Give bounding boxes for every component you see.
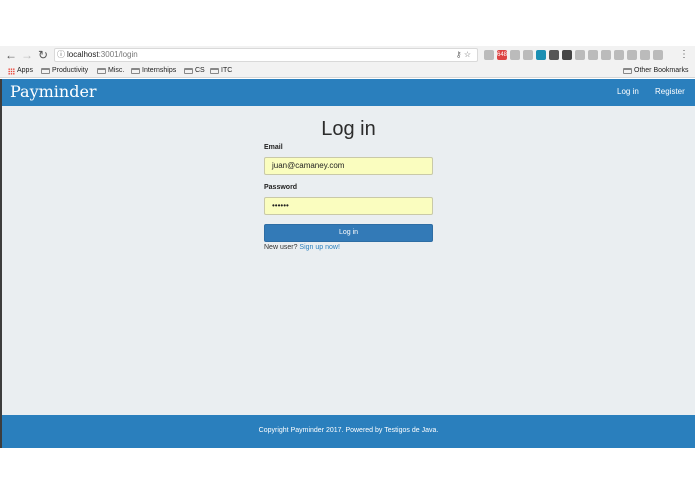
password-field[interactable]: ••••••	[264, 197, 433, 215]
gmail-badge: 648	[497, 52, 508, 58]
extension-icon[interactable]	[588, 50, 598, 60]
extension-icon[interactable]	[601, 50, 611, 60]
bookmark-label: Other Bookmarks	[634, 67, 689, 74]
signup-link[interactable]: Sign up now!	[299, 244, 339, 251]
folder-icon	[623, 68, 632, 74]
bookmark-label: Apps	[17, 67, 33, 74]
extension-icon[interactable]	[627, 50, 637, 60]
bookmark-label: ITC	[221, 67, 233, 74]
extension-icon[interactable]	[614, 50, 624, 60]
info-icon: ⓘ	[57, 50, 65, 59]
folder-icon	[210, 68, 219, 74]
signup-prompt: New user? Sign up now!	[264, 244, 340, 251]
bookmark-productivity[interactable]: Productivity	[41, 64, 88, 78]
folder-icon	[97, 68, 106, 74]
new-user-text: New user?	[264, 244, 298, 251]
password-label: Password	[264, 184, 298, 191]
extension-icon[interactable]	[510, 50, 520, 60]
bookmark-cs[interactable]: CS	[184, 64, 205, 78]
key-and-star-icons[interactable]: ⚷ ☆	[456, 49, 471, 61]
address-row: ← → ↻ ⓘ localhost:3001/login ⚷ ☆ 648 ⋮	[0, 46, 695, 64]
email-label: Email	[264, 144, 283, 151]
screen: ← → ↻ ⓘ localhost:3001/login ⚷ ☆ 648 ⋮ A…	[0, 0, 695, 494]
password-value: ••••••	[272, 201, 289, 210]
browser-chrome: ← → ↻ ⓘ localhost:3001/login ⚷ ☆ 648 ⋮ A…	[0, 46, 695, 78]
bookmark-other[interactable]: Other Bookmarks	[623, 64, 688, 78]
url-host: localhost	[67, 50, 99, 59]
bookmark-label: Internships	[142, 67, 177, 74]
main-content: Log in Email juan@camaney.com Password •…	[2, 106, 695, 415]
apps-grid-icon	[8, 67, 15, 75]
extension-icon[interactable]	[562, 50, 572, 60]
menu-dots-icon[interactable]: ⋮	[679, 48, 689, 62]
extension-icon[interactable]	[484, 50, 494, 60]
email-value: juan@camaney.com	[272, 161, 345, 170]
login-button[interactable]: Log in	[264, 224, 433, 242]
bookmarks-bar: Apps Productivity Misc. Internships CS I…	[0, 64, 695, 78]
extension-icon[interactable]	[549, 50, 559, 60]
bookmark-internships[interactable]: Internships	[131, 64, 176, 78]
extension-icon[interactable]	[523, 50, 533, 60]
bookmark-misc[interactable]: Misc.	[97, 64, 124, 78]
back-arrow-icon[interactable]: ←	[4, 48, 18, 62]
bookmark-label: Misc.	[108, 67, 125, 74]
extension-icon[interactable]	[536, 50, 546, 60]
url-path: :3001/login	[98, 50, 138, 59]
reload-icon[interactable]: ↻	[36, 48, 50, 62]
footer-copyright: Copyright Payminder 2017. Powered by Tes…	[258, 427, 439, 434]
email-field[interactable]: juan@camaney.com	[264, 157, 433, 175]
bookmark-label: CS	[195, 67, 205, 74]
nav-register-link[interactable]: Register	[655, 87, 685, 96]
forward-arrow-icon[interactable]: →	[20, 48, 34, 62]
footer: Copyright Payminder 2017. Powered by Tes…	[2, 415, 695, 448]
gmail-extension-icon[interactable]: 648	[497, 50, 507, 60]
folder-icon	[41, 68, 50, 74]
bookmark-apps[interactable]: Apps	[8, 64, 33, 78]
app-navbar: Payminder Log in Register	[2, 79, 695, 106]
folder-icon	[184, 68, 193, 74]
nav-login-link[interactable]: Log in	[617, 87, 639, 96]
extensions-bar: 648	[484, 49, 663, 61]
address-bar[interactable]: ⓘ localhost:3001/login ⚷ ☆	[54, 48, 478, 62]
bookmark-label: Productivity	[52, 67, 89, 74]
folder-icon	[131, 68, 140, 74]
extension-icon[interactable]	[575, 50, 585, 60]
brand-logo[interactable]: Payminder	[10, 82, 97, 101]
extension-icon[interactable]	[653, 50, 663, 60]
page-title: Log in	[321, 118, 376, 140]
extension-icon[interactable]	[640, 50, 650, 60]
bookmark-itc[interactable]: ITC	[210, 64, 232, 78]
